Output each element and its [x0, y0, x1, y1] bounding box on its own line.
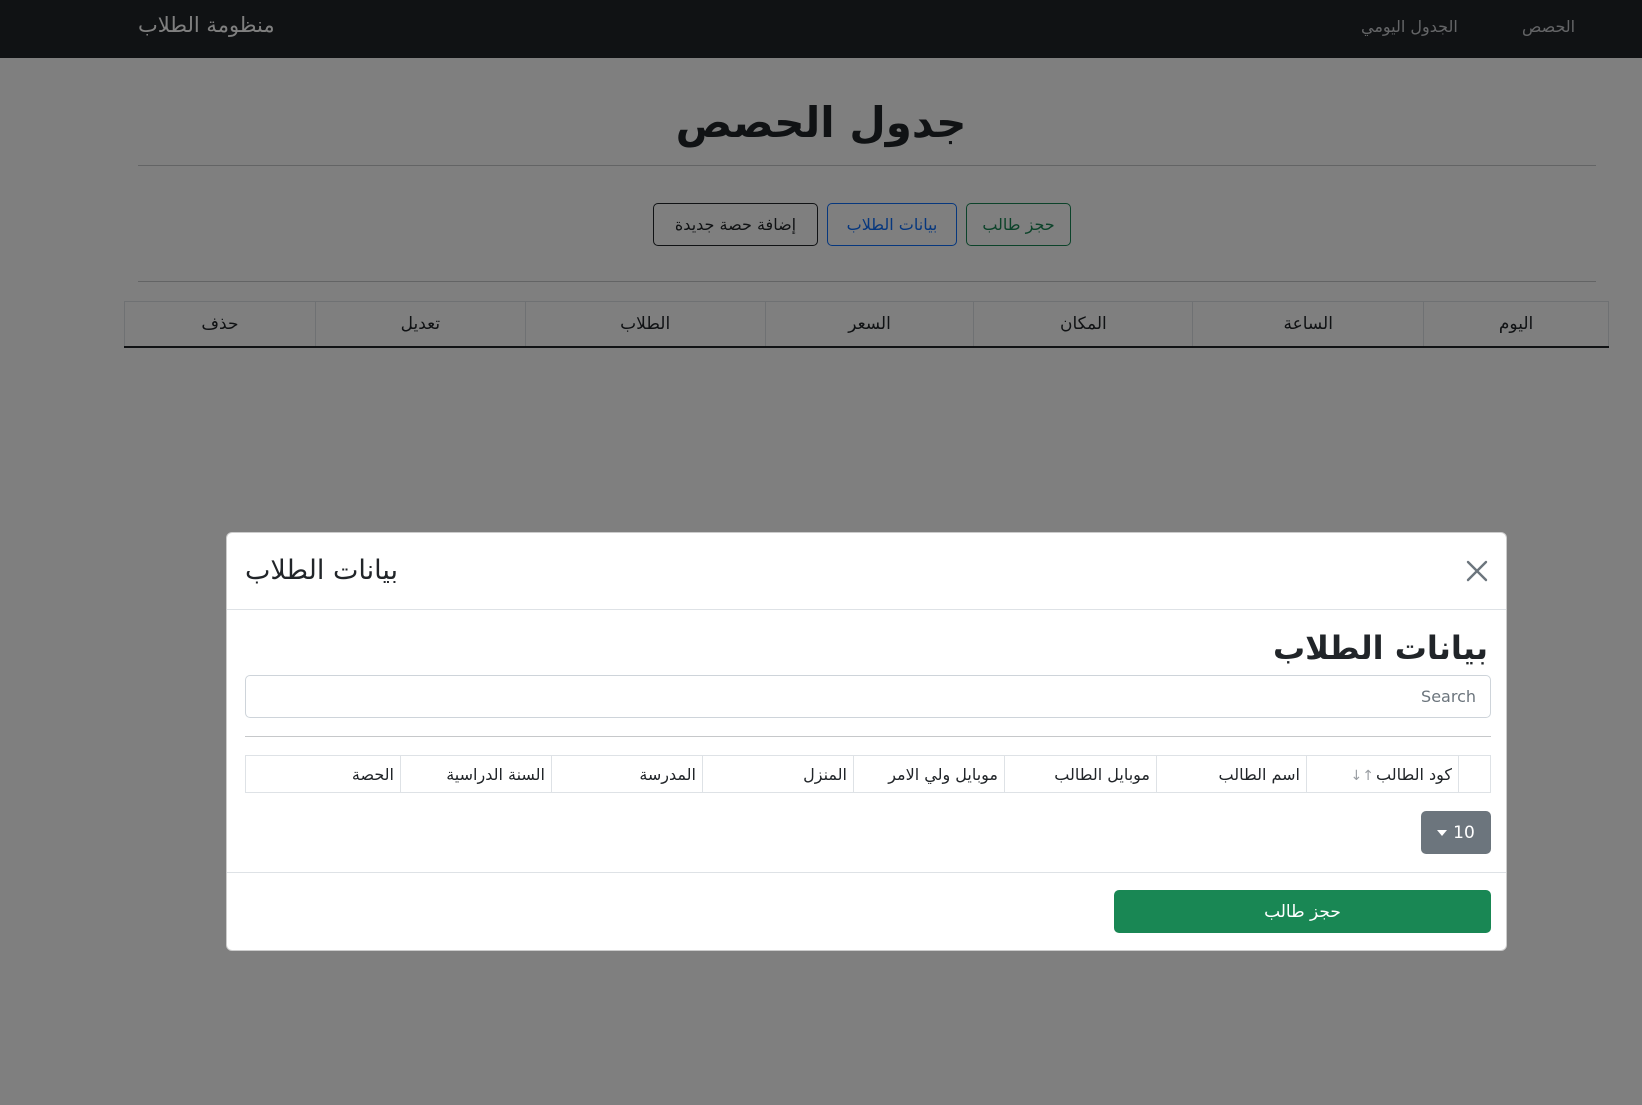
col-student-mobile[interactable]: موبايل الطالب	[1004, 755, 1157, 793]
col-student-code-label: كود الطالب	[1376, 764, 1452, 784]
col-student-code[interactable]: كود الطالب↑↓	[1306, 755, 1459, 793]
students-table-header: كود الطالب↑↓ اسم الطالب موبايل الطالب مو…	[245, 755, 1491, 793]
page-size-value: 10	[1453, 822, 1475, 843]
col-select[interactable]	[1458, 755, 1491, 793]
students-modal: بيانات الطلاب بيانات الطلاب كود الطالب↑↓…	[226, 532, 1507, 951]
close-icon[interactable]	[1463, 557, 1491, 585]
col-student-name[interactable]: اسم الطالب	[1156, 755, 1307, 793]
sort-icon[interactable]: ↑↓	[1351, 768, 1374, 784]
col-school[interactable]: المدرسة	[551, 755, 703, 793]
modal-divider	[245, 736, 1491, 737]
page-size-dropdown[interactable]: 10	[1421, 811, 1491, 854]
modal-title: بيانات الطلاب	[245, 555, 399, 586]
col-school-year[interactable]: السنة الدراسية	[400, 755, 552, 793]
modal-book-student-button[interactable]: حجز طالب	[1114, 890, 1491, 933]
modal-footer-divider	[227, 872, 1506, 873]
search-input[interactable]	[245, 675, 1491, 718]
modal-header: بيانات الطلاب	[227, 533, 1506, 610]
caret-down-icon	[1437, 829, 1448, 836]
col-session[interactable]: الحصة	[245, 755, 401, 793]
modal-body-title: بيانات الطلاب	[1272, 629, 1488, 667]
col-home[interactable]: المنزل	[702, 755, 854, 793]
students-table: كود الطالب↑↓ اسم الطالب موبايل الطالب مو…	[245, 755, 1491, 793]
col-guardian-mobile[interactable]: موبايل ولي الامر	[853, 755, 1005, 793]
